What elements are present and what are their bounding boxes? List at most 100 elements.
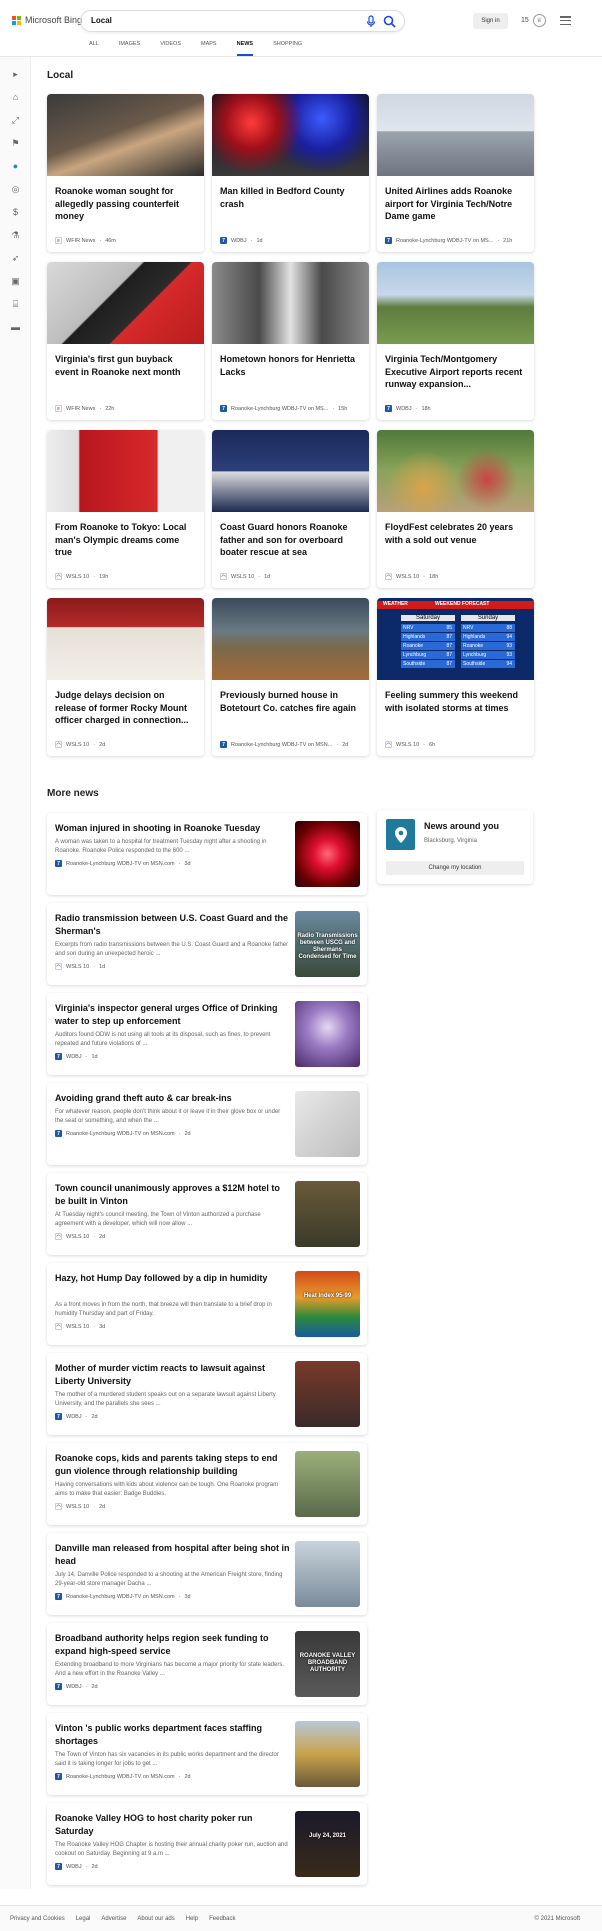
news-list-item[interactable]: Vinton 's public works department faces … [47, 1713, 367, 1795]
region: Lynchburg [403, 652, 427, 658]
rocket-icon[interactable]: ➶ [10, 253, 21, 264]
local-news-card[interactable]: Hometown honors for Henrietta Lacks 7 Roan… [212, 262, 369, 420]
card-headline[interactable]: Coast Guard honors Roanoke father and so… [212, 512, 369, 562]
news-headline[interactable]: Virginia's inspector general urges Offic… [55, 1002, 290, 1027]
news-headline[interactable]: Woman injured in shooting in Roanoke Tue… [55, 822, 290, 835]
tab-all[interactable]: ALL [89, 41, 99, 56]
forecast-banner: WEEKEND FORECAST [435, 601, 490, 607]
science-icon[interactable]: ⚗ [10, 230, 21, 241]
source-meta: 7 WDBJ · 2d [55, 1683, 98, 1690]
news-list-item[interactable]: Woman injured in shooting in Roanoke Tue… [47, 813, 367, 895]
flag-icon[interactable]: ⚑ [10, 138, 21, 149]
card-headline[interactable]: Roanoke woman sought for allegedly passi… [47, 176, 204, 226]
local-news-card[interactable]: Virginia's first gun buyback event in Ro… [47, 262, 204, 420]
trending-icon[interactable]: ⤢ [10, 115, 21, 126]
card-headline[interactable]: Previously burned house in Botetourt Co.… [212, 680, 369, 730]
news-thumbnail: ROANOKE VALLEY BROADBAND AUTHORITY [295, 1631, 360, 1697]
news-headline[interactable]: Roanoke Valley HOG to host charity poker… [55, 1812, 290, 1837]
forecast-row: Roanoke 87 [401, 642, 455, 650]
thumbnail-caption: Radio Transmissions between USCG and She… [297, 933, 358, 960]
forecast-row: Lynchburg 93 [461, 651, 515, 659]
separator-dot: · [178, 1773, 181, 1780]
news-list-item[interactable]: Broadband authority helps region seek fu… [47, 1623, 367, 1705]
card-image [47, 430, 204, 512]
news-list-item[interactable]: Mother of murder victim reacts to lawsui… [47, 1353, 367, 1435]
search-input[interactable]: Local [91, 16, 112, 25]
microphone-icon[interactable] [365, 15, 377, 28]
search-box[interactable]: Local [80, 10, 405, 32]
money-icon[interactable]: $ [10, 207, 21, 218]
bing-logo[interactable]: Microsoft Bing [12, 15, 82, 25]
local-news-card[interactable]: Judge delays decision on release of form… [47, 598, 204, 756]
local-news-card[interactable]: Coast Guard honors Roanoke father and so… [212, 430, 369, 588]
news-headline[interactable]: Danville man released from hospital afte… [55, 1542, 290, 1567]
news-headline[interactable]: Broadband authority helps region seek fu… [55, 1632, 290, 1657]
age: 46m [105, 237, 116, 244]
location-icon[interactable]: ● [10, 161, 21, 172]
footer-link-privacy-and-cookies[interactable]: Privacy and Cookies [10, 1916, 65, 1922]
tab-shopping[interactable]: SHOPPING [273, 41, 302, 56]
local-news-card[interactable]: WEATHER WEEKEND FORECAST Saturday Sunday NRV… [377, 598, 534, 756]
entertainment-icon[interactable]: ▣ [10, 276, 21, 287]
card-headline[interactable]: Man killed in Bedford County crash [212, 176, 369, 226]
news-around-you-title: News around you [424, 821, 500, 831]
region: Southside [403, 661, 426, 667]
card-headline[interactable]: Virginia's first gun buyback event in Ro… [47, 344, 204, 394]
sign-in-button[interactable]: Sign in [473, 13, 508, 29]
news-headline[interactable]: Mother of murder victim reacts to lawsui… [55, 1362, 290, 1387]
local-news-card[interactable]: Previously burned house in Botetourt Co.… [212, 598, 369, 756]
local-news-card[interactable]: United Airlines adds Roanoke airport for… [377, 94, 534, 252]
wdbj-logo-icon: 7 [55, 860, 62, 867]
tab-maps[interactable]: MAPS [201, 41, 217, 56]
tab-news[interactable]: NEWS [236, 41, 253, 56]
footer-link-about-our-ads[interactable]: About our ads [137, 1916, 174, 1922]
change-location-button[interactable]: Change my location [386, 861, 524, 875]
news-list-item[interactable]: Roanoke Valley HOG to host charity poker… [47, 1803, 367, 1885]
separator-dot: · [423, 573, 426, 580]
sports-icon[interactable]: ▬ [10, 322, 21, 333]
news-list-item[interactable]: Town council unanimously approves a $12M… [47, 1173, 367, 1255]
expand-icon[interactable]: ▸ [10, 69, 21, 80]
local-news-card[interactable]: FloydFest celebrates 20 years with a sol… [377, 430, 534, 588]
source-meta: ≡ WFIR News · 22h [55, 405, 196, 412]
news-headline[interactable]: Avoiding grand theft auto & car break-in… [55, 1092, 290, 1105]
footer-link-advertise[interactable]: Advertise [101, 1916, 126, 1922]
news-list-item[interactable]: Radio transmission between U.S. Coast Gu… [47, 903, 367, 985]
region: Highlands [463, 634, 486, 640]
card-headline[interactable]: Hometown honors for Henrietta Lacks [212, 344, 369, 394]
news-list-item[interactable]: Avoiding grand theft auto & car break-in… [47, 1083, 367, 1165]
news-thumbnail [295, 1451, 360, 1517]
news-list-item[interactable]: Virginia's inspector general urges Offic… [47, 993, 367, 1075]
tab-videos[interactable]: VIDEOS [160, 41, 181, 56]
local-news-card[interactable]: Roanoke woman sought for allegedly passi… [47, 94, 204, 252]
local-news-card[interactable]: Man killed in Bedford County crash 7 WDBJ ·… [212, 94, 369, 252]
hamburger-menu-icon[interactable] [560, 16, 571, 25]
local-news-card[interactable]: From Roanoke to Tokyo: Local man's Olymp… [47, 430, 204, 588]
wdbj-logo-icon: 7 [220, 237, 227, 244]
search-icon[interactable] [383, 15, 396, 28]
card-headline[interactable]: Virginia Tech/Montgomery Executive Airpo… [377, 344, 534, 394]
footer-link-feedback[interactable]: Feedback [209, 1916, 235, 1922]
card-headline[interactable]: From Roanoke to Tokyo: Local man's Olymp… [47, 512, 204, 562]
news-headline[interactable]: Town council unanimously approves a $12M… [55, 1182, 290, 1207]
news-headline[interactable]: Vinton 's public works department faces … [55, 1722, 290, 1747]
home-icon[interactable]: ⌂ [10, 92, 21, 103]
footer-link-help[interactable]: Help [186, 1916, 198, 1922]
card-headline[interactable]: United Airlines adds Roanoke airport for… [377, 176, 534, 226]
local-news-card[interactable]: Virginia Tech/Montgomery Executive Airpo… [377, 262, 534, 420]
news-list-item[interactable]: Roanoke cops, kids and parents taking st… [47, 1443, 367, 1525]
news-list-item[interactable]: Danville man released from hospital afte… [47, 1533, 367, 1615]
card-headline[interactable]: Feeling summery this weekend with isolat… [377, 680, 534, 730]
card-headline[interactable]: FloydFest celebrates 20 years with a sol… [377, 512, 534, 562]
news-headline[interactable]: Radio transmission between U.S. Coast Gu… [55, 912, 290, 937]
footer-link-legal[interactable]: Legal [76, 1916, 91, 1922]
card-headline[interactable]: Judge delays decision on release of form… [47, 680, 204, 730]
rewards-button[interactable]: 15 ♕ [521, 14, 546, 27]
globe-icon[interactable]: ◎ [10, 184, 21, 195]
news-list-item[interactable]: Hazy, hot Hump Day followed by a dip in … [47, 1263, 367, 1345]
current-location: Blacksburg, Virginia [424, 838, 477, 844]
tab-images[interactable]: IMAGES [119, 41, 140, 56]
politics-icon[interactable]: ⌸ [10, 299, 21, 310]
news-headline[interactable]: Hazy, hot Hump Day followed by a dip in … [55, 1272, 290, 1285]
news-headline[interactable]: Roanoke cops, kids and parents taking st… [55, 1452, 290, 1477]
